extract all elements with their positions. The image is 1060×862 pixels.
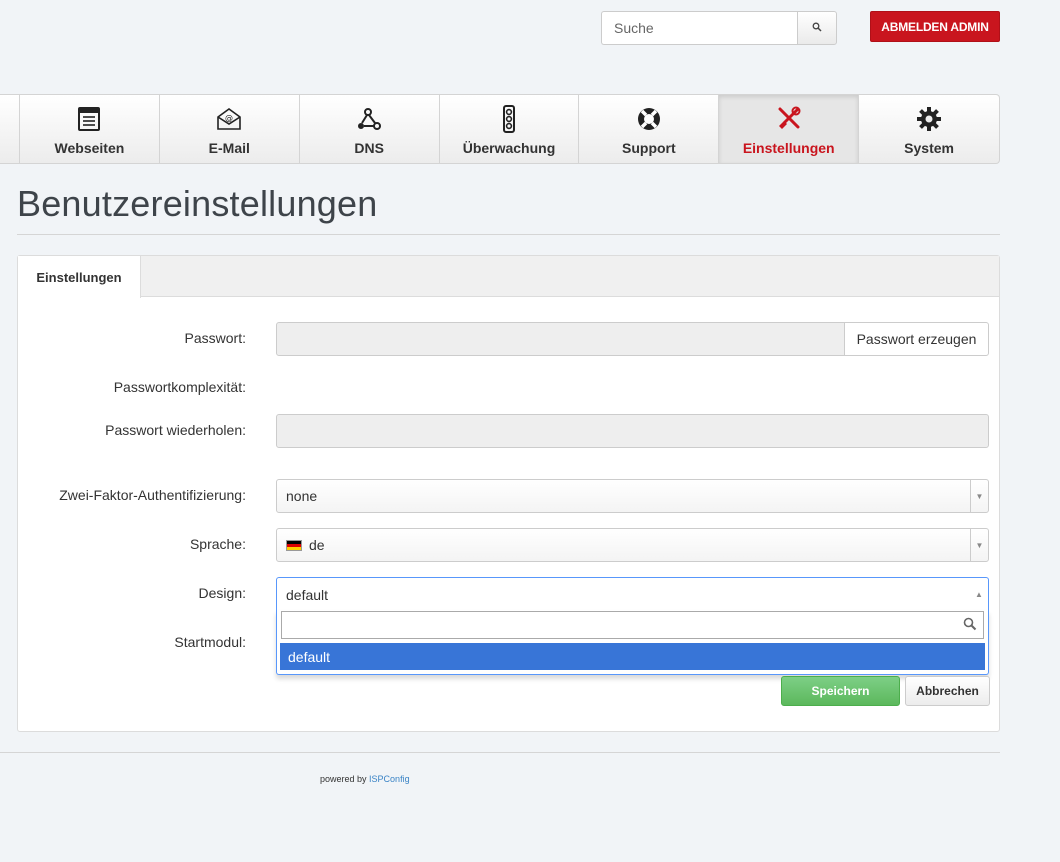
twofa-select[interactable]: none ▼ [276,479,989,513]
title-divider [17,234,1000,235]
design-dropdown: default [276,610,989,675]
nav-label: Überwachung [462,140,556,156]
cancel-button[interactable]: Abbrechen [905,676,990,706]
nav-label: E-Mail [208,140,250,156]
twofa-value: none [286,488,318,504]
main-nav: Webseiten @ E-Mail DNS Überwachung Suppo… [0,94,1000,164]
footer-divider [0,752,1000,753]
chevron-down-icon: ▼ [970,480,988,512]
twofa-label: Zwei-Faktor-Authentifizierung: [59,487,246,503]
nav-stub [0,95,20,163]
chevron-down-icon: ▼ [970,529,988,561]
logout-button[interactable]: ABMELDEN ADMIN [870,11,1000,42]
nav-item-support[interactable]: Support [579,95,720,163]
email-envelope-icon: @ [216,106,242,132]
nav-label: Support [622,140,676,156]
design-value: default [286,586,329,603]
nav-item-system[interactable]: System [859,95,999,163]
search-button[interactable] [797,11,837,45]
chevron-up-icon: ▲ [975,589,983,599]
ispconfig-link[interactable]: ISPConfig [369,774,410,784]
svg-text:@: @ [225,114,233,123]
password-complexity-label: Passwortkomplexität: [113,379,246,395]
nav-item-ueberwachung[interactable]: Überwachung [440,95,580,163]
nav-label: Webseiten [54,140,125,156]
gear-icon [916,106,942,132]
lifebuoy-icon [636,106,662,132]
language-label: Sprache: [189,536,246,552]
nav-item-webseiten[interactable]: Webseiten [20,95,160,163]
search-icon [812,19,822,37]
tools-icon [776,106,802,132]
generate-password-button[interactable]: Passwort erzeugen [844,322,989,356]
network-nodes-icon [356,106,382,132]
nav-item-einstellungen[interactable]: Einstellungen [719,95,860,163]
traffic-light-icon [496,105,522,133]
web-page-icon [76,106,102,132]
search-bar [601,11,837,45]
design-option[interactable]: default [280,643,985,670]
settings-panel: Einstellungen Passwort: Passwort erzeuge… [17,255,1000,732]
startmodule-label: Startmodul: [174,634,246,650]
nav-label: System [904,140,954,156]
repeat-password-field[interactable] [276,414,989,448]
design-search-input[interactable] [281,611,984,639]
nav-label: DNS [354,140,384,156]
tab-bar: Einstellungen [18,256,999,298]
footer-prefix: powered by [320,774,367,784]
language-select[interactable]: de ▼ [276,528,989,562]
nav-item-email[interactable]: @ E-Mail [160,95,300,163]
password-field[interactable] [276,322,845,356]
page-title: Benutzereinstellungen [17,183,378,224]
design-label: Design: [198,585,246,601]
save-button[interactable]: Speichern [781,676,900,706]
nav-label: Einstellungen [742,140,835,156]
repeat-password-label: Passwort wiederholen: [105,422,246,438]
footer: powered by ISPConfig [320,774,410,784]
design-select[interactable]: default ▲ [276,577,989,611]
nav-item-dns[interactable]: DNS [300,95,440,163]
password-label: Passwort: [184,330,246,346]
language-value: de [309,537,325,553]
search-icon [963,617,977,636]
search-input[interactable] [601,11,797,45]
tab-einstellungen[interactable]: Einstellungen [18,256,141,298]
german-flag-icon [286,539,302,551]
